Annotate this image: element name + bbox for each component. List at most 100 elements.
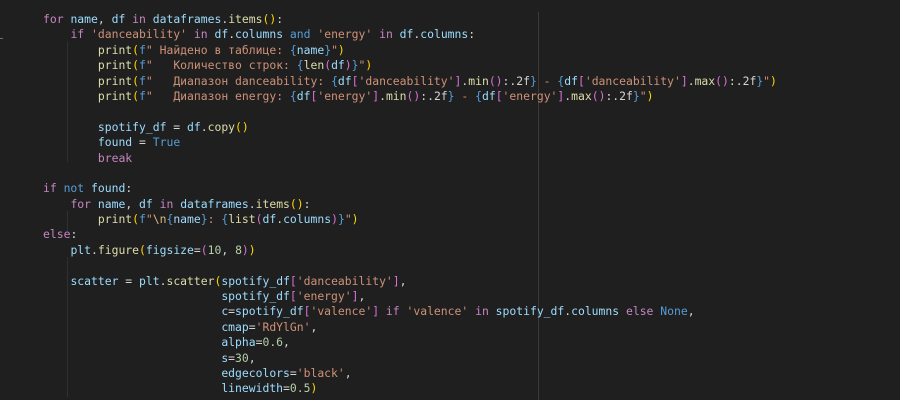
code-token-control: for	[43, 12, 64, 26]
code-token-variable: linewidth	[221, 381, 284, 396]
code-token-plain: :	[468, 27, 476, 42]
code-token-variable: found	[97, 135, 133, 150]
code-line[interactable]: alpha=0.6,	[43, 335, 777, 350]
code-token-plain: .	[91, 242, 98, 257]
code-token-variable: df	[331, 58, 345, 73]
code-token-variable: found	[91, 181, 126, 196]
code-token-paren-2: [	[351, 73, 359, 88]
code-token-paren-1: )	[351, 212, 359, 227]
code-token-paren-1: (	[132, 73, 140, 88]
code-token-plain: ,	[687, 304, 695, 319]
code-line[interactable]: print(f"\n{name}: {list(df.columns)}")	[43, 212, 777, 227]
code-line[interactable]: print(f" Количество строк: {len(df)}")	[43, 58, 777, 73]
code-token-number: 0.5	[289, 381, 311, 396]
code-token-variable: columns	[420, 27, 469, 42]
code-line[interactable]	[43, 258, 777, 273]
code-content[interactable]: for name, df in dataframes.items(): if '…	[43, 12, 777, 397]
code-token-plain: ,	[358, 289, 366, 304]
code-line[interactable]: for name, df in dataframes.items():	[43, 197, 777, 212]
code-token-function: max	[571, 88, 592, 103]
code-line[interactable]: if not found:	[43, 181, 777, 196]
code-token-keyword: }	[632, 88, 640, 103]
code-token-paren-1: ()	[289, 196, 304, 211]
code-line[interactable]: found = True	[43, 135, 777, 150]
code-token-control: in	[132, 12, 146, 26]
code-line[interactable]: print(f" Диапазон energy: {df['energy'].…	[43, 89, 777, 104]
code-token-plain: =	[228, 304, 236, 319]
code-token-keyword: and	[289, 27, 311, 42]
code-line[interactable]: s=30,	[43, 351, 777, 366]
code-line[interactable]: print(f" Найдено в таблице: {name}")	[43, 43, 777, 58]
code-token-paren-2: ()	[591, 88, 606, 103]
code-token-variable: df	[187, 119, 201, 134]
code-line[interactable]: spotify_df['energy'],	[43, 289, 777, 304]
code-line[interactable]: spotify_df = df.copy()	[43, 120, 777, 135]
code-token-function: print	[97, 88, 133, 103]
code-token-control: for	[70, 196, 92, 211]
code-token-variable: columns	[571, 304, 620, 319]
code-token-function: copy	[207, 119, 236, 134]
code-token-paren-1: )	[310, 381, 318, 396]
code-line[interactable]: for name, df in dataframes.items():	[43, 12, 777, 27]
code-token-function: print	[97, 58, 133, 73]
code-token-string: 'RdYlGn'	[255, 319, 311, 334]
code-token-paren-2: [	[289, 273, 297, 288]
code-line[interactable]: else:	[43, 227, 777, 242]
code-token-number: 10	[207, 242, 222, 257]
code-token-paren-1: ()	[235, 119, 249, 134]
code-token-variable: df	[337, 73, 352, 88]
code-token-variable: spotify_df	[221, 273, 290, 288]
code-token-paren-1: (	[132, 88, 140, 103]
code-editor[interactable]: for name, df in dataframes.items(): if '…	[0, 0, 900, 400]
code-token-paren-2: [	[577, 73, 585, 88]
code-token-variable: spotify_df	[495, 304, 565, 319]
code-token-paren-1: )	[365, 58, 373, 73]
code-token-keyword: }	[529, 73, 537, 88]
code-token-plain: =	[193, 242, 201, 257]
code-token-variable: spotify_df	[221, 289, 290, 304]
code-token-string: " Количество строк:	[145, 58, 297, 73]
code-token-control: if	[43, 181, 57, 196]
code-token-paren-2: )	[241, 242, 249, 257]
code-token-function: list	[228, 212, 256, 227]
code-token-string: " Диапазон energy:	[145, 88, 290, 103]
code-line[interactable]: print(f" Диапазон danceability: {df['dan…	[43, 74, 777, 89]
code-line[interactable]: edgecolors='black',	[43, 366, 777, 381]
code-token-keyword: }	[351, 58, 359, 73]
code-token-plain: ,	[399, 273, 407, 288]
code-token-string: 'danceability'	[584, 73, 681, 88]
code-token-variable: dataframes	[152, 12, 222, 26]
code-token-control: if	[70, 27, 85, 42]
code-token-function: figure	[97, 242, 140, 257]
code-token-variable: scatter	[70, 273, 119, 288]
code-token-variable: spotify_df	[97, 119, 167, 134]
code-token-variable: df	[262, 212, 277, 227]
code-token-paren-2: ()	[488, 73, 503, 88]
code-token-keyword: }	[200, 212, 208, 227]
code-line[interactable]: if 'danceability' in df.columns and 'ene…	[43, 27, 777, 42]
code-token-plain: .	[687, 73, 695, 88]
code-line[interactable]: linewidth=0.5)	[43, 381, 777, 396]
code-line[interactable]: break	[43, 151, 777, 166]
code-token-control: in	[379, 27, 393, 42]
code-line[interactable]	[43, 104, 777, 119]
code-token-function: print	[97, 73, 133, 88]
code-token-variable: df	[399, 27, 414, 42]
code-token-plain: :	[70, 227, 78, 242]
code-line[interactable]: scatter = plt.scatter(spotify_df['dancea…	[43, 274, 777, 289]
code-token-plain: =	[283, 381, 290, 396]
code-line[interactable]: c=spotify_df['valence'] if 'valence' in …	[43, 304, 777, 319]
code-line[interactable]	[43, 166, 777, 181]
code-line[interactable]: plt.figure(figsize=(10, 8))	[43, 243, 777, 258]
code-line[interactable]: cmap='RdYlGn',	[43, 320, 777, 335]
code-token-paren-1: (	[139, 242, 146, 257]
